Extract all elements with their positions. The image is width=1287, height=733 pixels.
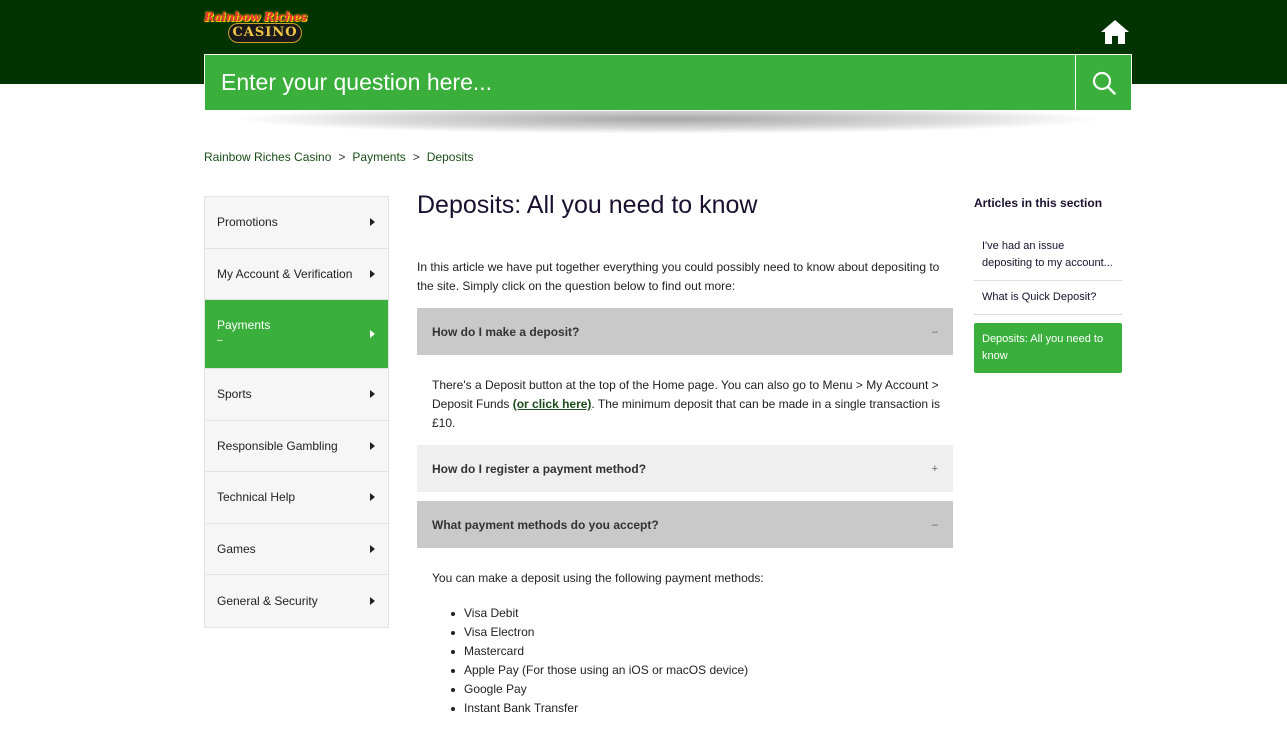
- logo-line1: Rainbow Riches: [204, 10, 307, 24]
- caret-right-icon: [370, 269, 375, 278]
- list-item: Mastercard: [450, 642, 748, 661]
- sidebar-item-sub: –: [217, 335, 223, 346]
- accordion-payment-methods[interactable]: What payment methods do you accept? –: [417, 501, 953, 548]
- search-button[interactable]: [1075, 55, 1131, 110]
- article-intro: In this article we have put together eve…: [417, 260, 940, 293]
- caret-right-icon: [370, 390, 375, 399]
- search-bar: [204, 54, 1132, 111]
- sidebar-item-payments[interactable]: Payments –: [205, 300, 388, 369]
- caret-right-icon: [370, 544, 375, 553]
- search-icon: [1092, 71, 1116, 95]
- collapse-icon: –: [931, 518, 938, 531]
- sidebar-item-sports[interactable]: Sports: [205, 369, 388, 421]
- sidebar-item-label: Sports: [217, 387, 252, 402]
- caret-right-icon: [370, 441, 375, 450]
- sidebar-item-label: Technical Help: [217, 490, 296, 505]
- expand-icon: +: [931, 462, 938, 475]
- accordion-question: How do I make a deposit?: [432, 324, 580, 339]
- sidebar-item-label: General & Security: [217, 593, 318, 608]
- sidebar-item-promotions[interactable]: Promotions: [205, 197, 388, 249]
- category-sidebar: Promotions My Account & Verification Pay…: [204, 196, 389, 628]
- list-item: Visa Electron: [450, 623, 748, 642]
- caret-right-icon: [370, 218, 375, 227]
- article-main: Deposits: All you need to know In this a…: [417, 188, 953, 715]
- caret-right-icon: [370, 493, 375, 502]
- breadcrumb-home[interactable]: Rainbow Riches Casino: [204, 150, 331, 164]
- breadcrumb-deposits[interactable]: Deposits: [427, 150, 474, 164]
- sidebar-item-label: Responsible Gambling: [217, 438, 338, 453]
- sidebar-item-responsible-gambling[interactable]: Responsible Gambling: [205, 420, 388, 472]
- sidebar-item-games[interactable]: Games: [205, 523, 388, 575]
- accordion-answer-make-deposit: There's a Deposit button at the top of t…: [432, 376, 942, 433]
- article-title: Deposits: All you need to know: [417, 191, 758, 219]
- accordion-question: How do I register a payment method?: [432, 461, 647, 476]
- breadcrumb-separator: >: [338, 150, 346, 164]
- breadcrumb-payments[interactable]: Payments: [352, 150, 405, 164]
- list-item: Instant Bank Transfer: [450, 699, 748, 718]
- section-title: Articles in this section: [974, 196, 1103, 210]
- sidebar-item-general-security[interactable]: General & Security: [205, 575, 388, 627]
- section-link-deposits[interactable]: Deposits: All you need to know: [974, 323, 1122, 373]
- sidebar-item-label: Payments: [217, 318, 271, 332]
- sidebar-item-label: Games: [217, 541, 256, 556]
- logo-line2: CASINO: [228, 23, 302, 43]
- collapse-icon: –: [931, 325, 938, 338]
- section-articles: Articles in this section I've had an iss…: [974, 196, 1122, 373]
- accordion-question: What payment methods do you accept?: [432, 517, 659, 532]
- search-input[interactable]: [205, 55, 1075, 110]
- caret-right-icon: [370, 596, 375, 605]
- list-item: Visa Debit: [450, 604, 748, 623]
- sidebar-item-label: Promotions: [217, 215, 278, 230]
- sidebar-item-technical-help[interactable]: Technical Help: [205, 472, 388, 524]
- payment-methods-intro: You can make a deposit using the followi…: [432, 571, 764, 585]
- section-link-quick-deposit[interactable]: What is Quick Deposit?: [974, 281, 1122, 315]
- sidebar-item-label: My Account & Verification: [217, 266, 353, 281]
- payment-methods-list: Visa Debit Visa Electron Mastercard Appl…: [450, 604, 748, 718]
- site-logo[interactable]: Rainbow Riches CASINO: [204, 10, 328, 46]
- deposit-funds-link[interactable]: (or click here): [513, 397, 592, 411]
- breadcrumb: Rainbow Riches Casino > Payments > Deposits: [204, 150, 473, 164]
- accordion-make-deposit[interactable]: How do I make a deposit? –: [417, 308, 953, 355]
- accordion-register-payment[interactable]: How do I register a payment method? +: [417, 445, 953, 492]
- list-item: Google Pay: [450, 680, 748, 699]
- home-icon[interactable]: [1100, 19, 1130, 45]
- breadcrumb-separator: >: [412, 150, 420, 164]
- section-link-issue-depositing[interactable]: I've had an issue depositing to my accou…: [974, 238, 1122, 281]
- caret-right-icon: [370, 330, 375, 338]
- sidebar-item-my-account[interactable]: My Account & Verification: [205, 248, 388, 300]
- list-item: Apple Pay (For those using an iOS or mac…: [450, 661, 748, 680]
